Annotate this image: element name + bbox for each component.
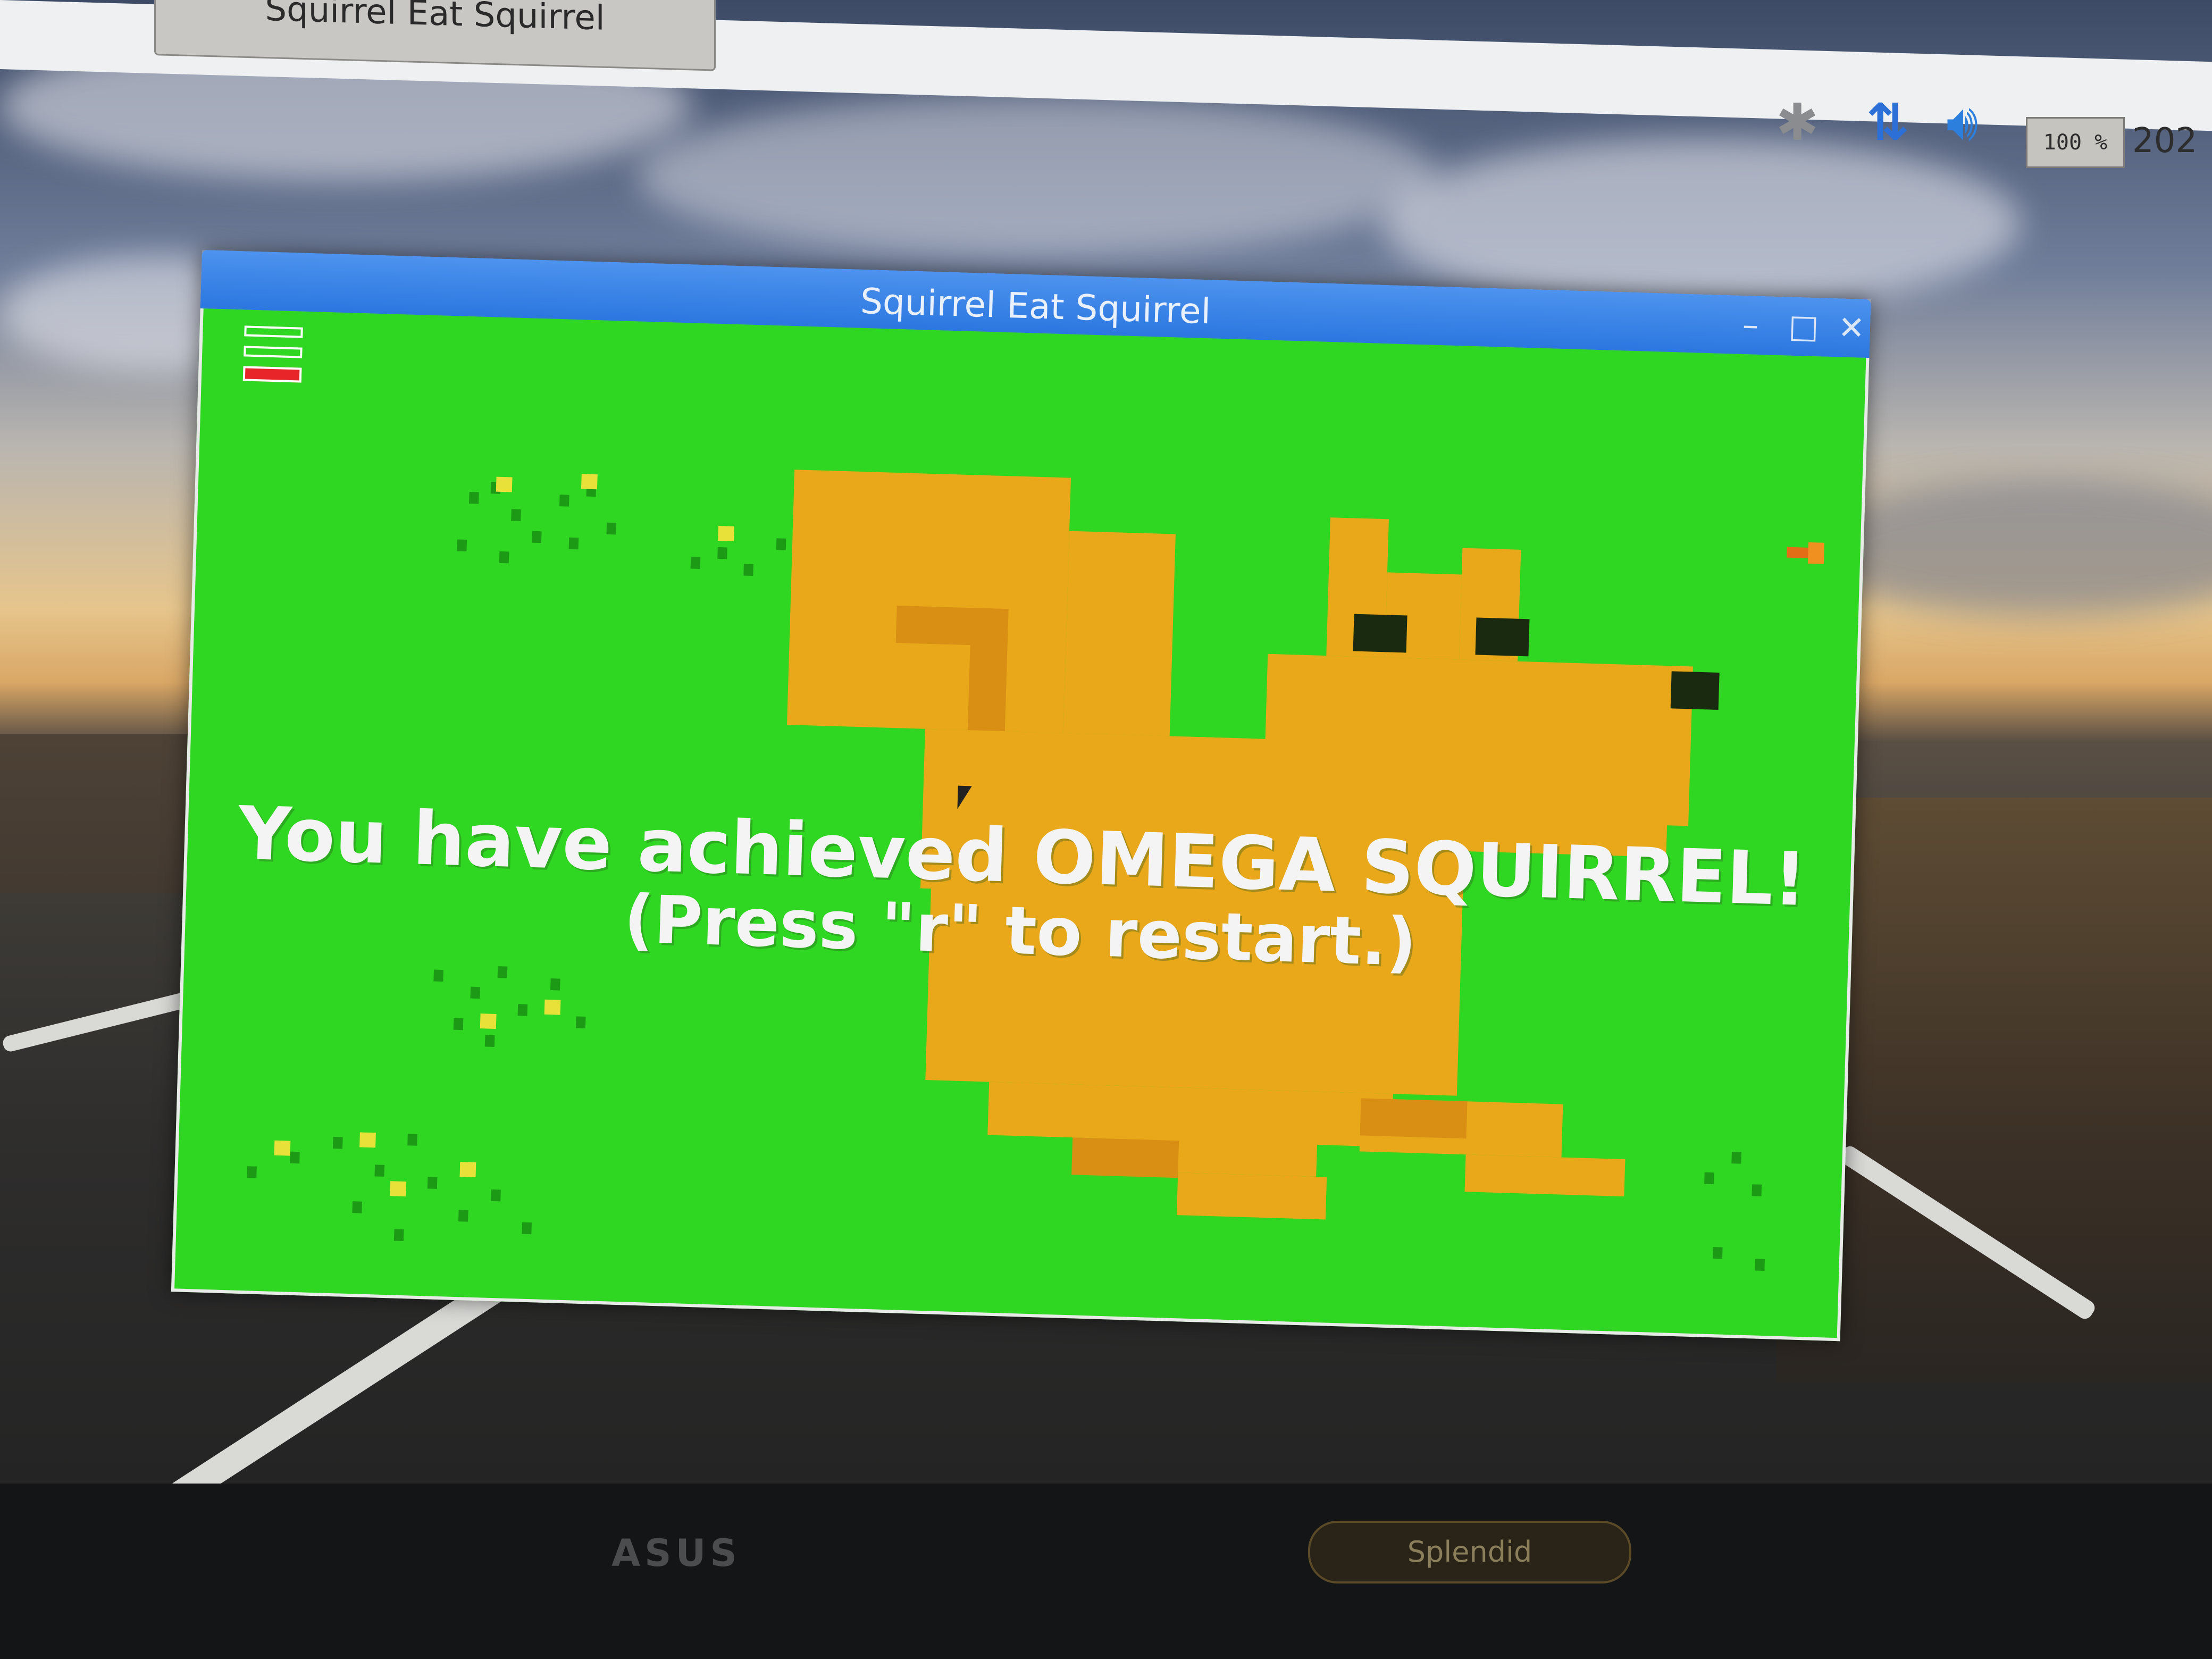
system-tray: ✱ ⇅ 🔊︎ 100 % 202 [1771, 85, 2212, 168]
game-window: Squirrel Eat Squirrel – □ ✕ You have ach… [171, 250, 1871, 1342]
health-bar-segment [242, 366, 302, 383]
taskbar-window-button[interactable]: Squirrel Eat Squirrel [154, 0, 716, 71]
clock[interactable]: 202 [2132, 117, 2197, 165]
close-button[interactable]: ✕ [1832, 308, 1871, 348]
volume-icon[interactable]: 🔊︎ [1946, 96, 1978, 149]
squirrel-eye [1353, 614, 1407, 653]
maximize-button[interactable]: □ [1784, 306, 1823, 347]
network-icon[interactable]: ⇅ [1866, 96, 1909, 149]
enemy-squirrel [1787, 542, 1830, 564]
cpu-usage-monitor[interactable]: 100 % [2026, 117, 2125, 168]
grass-tuft [233, 1118, 557, 1277]
monitor-bezel [0, 1484, 2212, 1659]
grass-tuft [446, 459, 640, 582]
desktop-background: Squirrel Eat Squirrel ✱ ⇅ 🔊︎ 100 % 202 S… [0, 0, 2212, 1484]
mouse-cursor-icon [957, 785, 972, 810]
health-bar-segment [244, 346, 303, 358]
minimize-button[interactable]: – [1731, 305, 1770, 345]
bluetooth-icon[interactable]: ✱ [1776, 96, 1819, 149]
splendid-badge: Splendid [1308, 1521, 1631, 1583]
monitor-brand-logo: ASUS [611, 1531, 741, 1575]
squirrel-eye [1475, 617, 1530, 657]
health-bar-segment [244, 325, 303, 338]
grass-tuft [421, 953, 615, 1066]
game-canvas[interactable]: You have achieved OMEGA SQUIRREL! (Press… [171, 308, 1870, 1342]
squirrel-nose [1670, 671, 1720, 710]
health-meter [242, 325, 303, 383]
